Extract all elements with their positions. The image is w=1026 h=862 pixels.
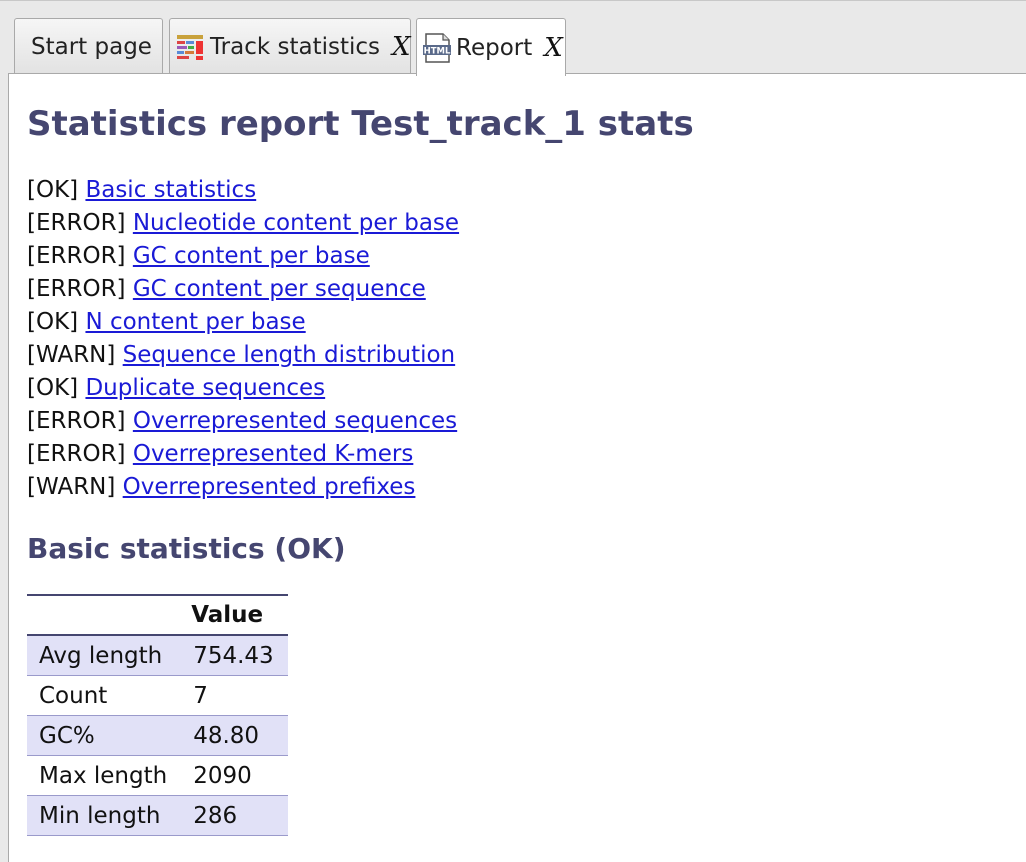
- toc-link[interactable]: GC content per base: [133, 243, 370, 269]
- close-icon[interactable]: X: [392, 32, 411, 62]
- toc-item: [OK] N content per base: [27, 306, 459, 339]
- toc-item: [WARN] Overrepresented prefixes: [27, 471, 459, 504]
- toc-item: [OK] Basic statistics: [27, 174, 459, 207]
- table-row: Avg length 754.43: [27, 635, 288, 676]
- toc-item: [ERROR] Overrepresented K-mers: [27, 438, 459, 471]
- stat-value: 7: [179, 675, 288, 716]
- table-row: Min length 286: [27, 795, 288, 836]
- tab-start-page[interactable]: Start page: [14, 18, 163, 74]
- tab-bar: Start page Track statistics X HTML Repor…: [0, 0, 1026, 76]
- tab-label: Start page: [31, 33, 152, 60]
- toc-item: [WARN] Sequence length distribution: [27, 339, 459, 372]
- table-header-row: Value: [27, 594, 288, 636]
- toc-status: [ERROR]: [27, 210, 126, 236]
- tab-track-statistics[interactable]: Track statistics X: [169, 18, 411, 74]
- table-row: Max length 2090: [27, 755, 288, 796]
- basic-statistics-table: Value Avg length 754.43 Count 7 GC% 48.80 Max …: [27, 594, 288, 836]
- stat-value: 754.43: [179, 635, 288, 676]
- tab-label: Report: [456, 34, 533, 61]
- toc-status: [ERROR]: [27, 441, 126, 467]
- toc-link[interactable]: Duplicate sequences: [85, 375, 325, 401]
- toc-status: [ERROR]: [27, 276, 126, 302]
- toc-item: [ERROR] Overrepresented sequences: [27, 405, 459, 438]
- table-row: GC% 48.80: [27, 715, 288, 756]
- stat-value: 2090: [179, 755, 288, 796]
- toc-status: [OK]: [27, 375, 79, 401]
- track-statistics-icon: [175, 31, 207, 63]
- table-header-value: Value: [179, 594, 288, 636]
- report-content[interactable]: Statistics report Test_track_1 stats [OK…: [8, 73, 1026, 862]
- toc-status: [OK]: [27, 177, 79, 203]
- table-row: Count 7: [27, 675, 288, 716]
- report-toc: [OK] Basic statistics [ERROR] Nucleotide …: [27, 174, 459, 504]
- stat-name: Avg length: [27, 635, 180, 676]
- toc-item: [ERROR] GC content per base: [27, 240, 459, 273]
- toc-item: [ERROR] Nucleotide content per base: [27, 207, 459, 240]
- table-header-name: [27, 594, 180, 636]
- stat-name: Max length: [27, 755, 180, 796]
- page-title: Statistics report Test_track_1 stats: [27, 104, 694, 144]
- stat-name: Count: [27, 675, 180, 716]
- toc-status: [WARN]: [27, 474, 116, 500]
- section-title: Basic statistics (OK): [27, 532, 346, 565]
- toc-link[interactable]: GC content per sequence: [133, 276, 426, 302]
- toc-link[interactable]: N content per base: [85, 309, 305, 335]
- toc-item: [ERROR] GC content per sequence: [27, 273, 459, 306]
- toc-status: [OK]: [27, 309, 79, 335]
- stat-name: GC%: [27, 715, 180, 756]
- html-icon-text: HTML: [424, 46, 451, 56]
- stat-value: 286: [179, 795, 288, 836]
- tab-report[interactable]: HTML Report X: [416, 18, 566, 76]
- toc-link[interactable]: Sequence length distribution: [123, 342, 455, 368]
- tab-label: Track statistics: [210, 33, 381, 60]
- toc-link[interactable]: Overrepresented prefixes: [123, 474, 416, 500]
- toc-status: [WARN]: [27, 342, 116, 368]
- toc-link[interactable]: Overrepresented K-mers: [133, 441, 413, 467]
- html-file-icon: HTML: [421, 32, 453, 64]
- stat-name: Min length: [27, 795, 180, 836]
- toc-status: [ERROR]: [27, 408, 126, 434]
- toc-link[interactable]: Basic statistics: [85, 177, 256, 203]
- stat-value: 48.80: [179, 715, 288, 756]
- toc-link[interactable]: Overrepresented sequences: [133, 408, 457, 434]
- toc-status: [ERROR]: [27, 243, 126, 269]
- toc-link[interactable]: Nucleotide content per base: [133, 210, 459, 236]
- close-icon[interactable]: X: [544, 33, 563, 63]
- toc-item: [OK] Duplicate sequences: [27, 372, 459, 405]
